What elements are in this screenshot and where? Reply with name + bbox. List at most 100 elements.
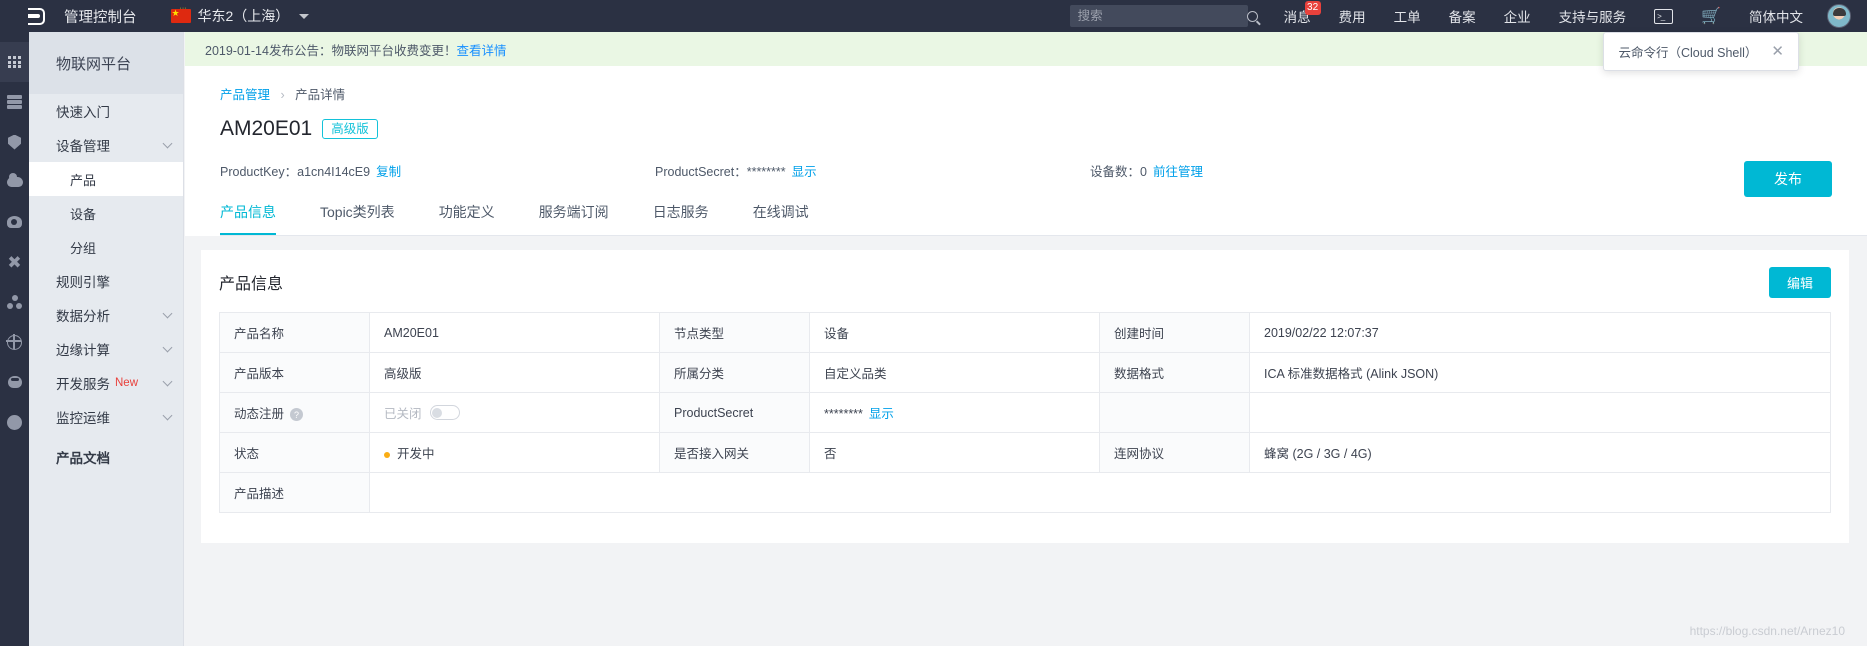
cell-value: [369, 472, 1831, 513]
region-selector[interactable]: 华东2（上海）: [170, 5, 310, 26]
sidebar-item-devices[interactable]: 设备: [29, 196, 183, 230]
edit-button[interactable]: 编辑: [1768, 267, 1831, 298]
rail-item-nodes[interactable]: [0, 282, 29, 322]
tab-label: 在线调试: [752, 204, 809, 220]
tab-label: Topic类列表: [320, 204, 395, 220]
version-badge: 高级版: [322, 118, 378, 140]
copy-product-key-link[interactable]: 复制: [376, 165, 401, 179]
sidebar-item-edge-computing[interactable]: 边缘计算: [29, 332, 183, 366]
product-info-panel: 产品信息 编辑 产品名称 AM20E01 节点类型 设备 创建时间 2019/0…: [201, 250, 1849, 543]
bug-icon: [7, 376, 22, 388]
china-flag-icon: [170, 5, 191, 23]
search-input[interactable]: [1069, 5, 1247, 27]
device-count-label: 设备数：0: [1090, 165, 1147, 179]
close-icon[interactable]: ✕: [1771, 44, 1784, 59]
nav-billing[interactable]: 费用: [1325, 0, 1380, 32]
announcement-text: 2019-01-14发布公告：物联网平台收费变更！: [205, 43, 457, 58]
help-circle-icon[interactable]: ?: [290, 408, 304, 422]
sidebar-item-groups[interactable]: 分组: [29, 230, 183, 264]
sidebar-item-label: 分组: [70, 240, 97, 256]
rail-item-monitor[interactable]: [0, 362, 29, 402]
rail-item-database[interactable]: [0, 202, 29, 242]
rail-item-global[interactable]: [0, 322, 29, 362]
nav-messages[interactable]: 消息 32: [1270, 0, 1325, 32]
table-row: 产品描述: [219, 472, 1831, 513]
product-key-label: ProductKey：: [220, 165, 298, 179]
product-info-table: 产品名称 AM20E01 节点类型 设备 创建时间 2019/02/22 12:…: [219, 312, 1831, 513]
sidebar-item-monitoring[interactable]: 监控运维: [29, 400, 183, 434]
sidebar-item-label: 边缘计算: [56, 343, 110, 358]
cart-button[interactable]: 🛒: [1687, 0, 1735, 32]
cell-label: 所属分类: [659, 352, 810, 393]
publish-button[interactable]: 发布: [1744, 161, 1832, 197]
server-stack-icon: [7, 95, 22, 109]
sidebar-item-quickstart[interactable]: 快速入门: [29, 94, 183, 128]
rail-item-more[interactable]: [0, 402, 29, 442]
cell-label: 是否接入网关: [659, 432, 810, 473]
sidebar-item-label: 监控运维: [56, 411, 110, 426]
nav-support[interactable]: 支持与服务: [1545, 0, 1641, 32]
product-secret-masked: ********: [824, 407, 863, 421]
chevron-down-icon: [299, 13, 310, 19]
sidebar-header: 物联网平台: [29, 32, 183, 94]
cell-value-status: 开发中: [369, 432, 660, 473]
toggle-state-label: 已关闭: [384, 407, 422, 421]
search-button[interactable]: [1246, 5, 1258, 27]
tab-product-info[interactable]: 产品信息: [220, 202, 298, 235]
sidebar-item-rule-engine[interactable]: 规则引擎: [29, 264, 183, 298]
show-secret-link[interactable]: 显示: [869, 407, 894, 421]
nav-tickets[interactable]: 工单: [1380, 0, 1435, 32]
sidebar-item-products[interactable]: 产品: [29, 162, 183, 196]
nav-icp[interactable]: 备案: [1435, 0, 1490, 32]
tabs-underline: [220, 235, 1867, 236]
database-icon: [7, 216, 22, 228]
rail-item-apps[interactable]: [0, 42, 29, 82]
avatar[interactable]: [1827, 4, 1851, 28]
breadcrumb-parent[interactable]: 产品管理: [220, 88, 270, 102]
go-to-management-link[interactable]: 前往管理: [1153, 165, 1203, 179]
show-product-secret-link[interactable]: 显示: [792, 165, 817, 179]
product-secret-label: ProductSecret：: [655, 165, 747, 179]
cell-label: 创建时间: [1099, 312, 1250, 353]
rail-item-network[interactable]: ✖: [0, 242, 29, 282]
shopping-cart-icon: 🛒: [1701, 8, 1721, 25]
cloud-shell-button[interactable]: >_: [1640, 0, 1687, 32]
rail-item-ecs[interactable]: [0, 82, 29, 122]
cell-value: 设备: [809, 312, 1100, 353]
nav-enterprise-label: 企业: [1503, 10, 1531, 25]
language-label: 简体中文: [1749, 10, 1803, 25]
breadcrumb: 产品管理 › 产品详情: [220, 66, 1867, 103]
sidebar-item-product-docs[interactable]: 产品文档: [29, 440, 183, 474]
cloud-shell-tooltip-text: 云命令行（Cloud Shell）: [1618, 46, 1758, 60]
sidebar-item-dev-services[interactable]: 开发服务 New: [29, 366, 183, 400]
cell-label: 产品名称: [219, 312, 370, 353]
cell-value-dynamic-register: 已关闭: [369, 392, 660, 433]
tab-server-subscription[interactable]: 服务端订阅: [517, 202, 631, 235]
sidebar-item-label: 开发服务: [56, 377, 110, 392]
language-selector[interactable]: 简体中文: [1735, 0, 1817, 32]
cell-value: 2019/02/22 12:07:37: [1249, 312, 1831, 353]
cloud-icon: [6, 173, 23, 187]
network-cross-icon: ✖: [7, 252, 22, 272]
tab-log-service[interactable]: 日志服务: [631, 202, 731, 235]
global-search[interactable]: [1069, 5, 1258, 27]
cell-value: 高级版: [369, 352, 660, 393]
rail-item-security[interactable]: [0, 122, 29, 162]
panel-title: 产品信息: [219, 276, 284, 293]
sidebar-item-data-analysis[interactable]: 数据分析: [29, 298, 183, 332]
tab-topic-list[interactable]: Topic类列表: [298, 202, 417, 235]
cell-value: AM20E01: [369, 312, 660, 353]
chevron-down-icon: [162, 410, 173, 420]
tab-online-debug[interactable]: 在线调试: [731, 202, 831, 235]
cell-label: 数据格式: [1099, 352, 1250, 393]
status-badge: 开发中: [397, 447, 435, 461]
rail-item-cloud[interactable]: [0, 162, 29, 202]
sidebar-item-device-management[interactable]: 设备管理: [29, 128, 183, 162]
dynamic-register-toggle[interactable]: [429, 405, 460, 420]
nav-enterprise[interactable]: 企业: [1490, 0, 1545, 32]
announcement-detail-link[interactable]: 查看详情: [456, 40, 506, 59]
status-dot-icon: [384, 451, 390, 458]
tab-feature-definition[interactable]: 功能定义: [417, 202, 517, 235]
detail-tabs: 产品信息 Topic类列表 功能定义 服务端订阅 日志服务 在线调试: [220, 202, 1867, 235]
aliyun-logo-icon[interactable]: [0, 0, 64, 32]
